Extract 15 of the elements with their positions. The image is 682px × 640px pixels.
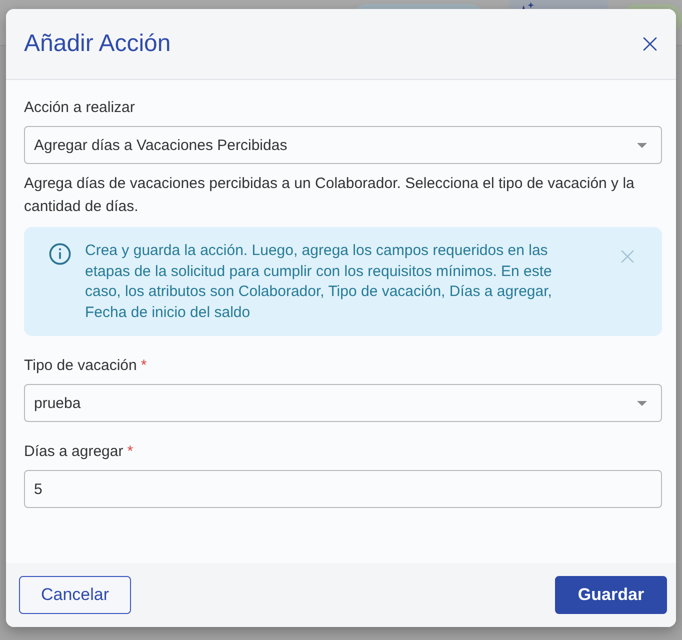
caret-icon xyxy=(637,142,647,148)
select-field[interactable]: Agregar días a Vacaciones Percibidas xyxy=(24,126,662,164)
field-label: Tipo de vacación * xyxy=(24,356,148,376)
input-field[interactable]: 5 xyxy=(24,470,662,508)
alert-text: Crea y guarda la acción. Luego, agrega los campos requeridos en las etapas de la solicitud para cumplir con los requisitos mínimos. En este caso, los atributos son Colaborador, Tipo de vacación, Días a agregar, Fecha de inicio del saldo xyxy=(85,241,553,322)
close-icon[interactable] xyxy=(643,37,657,51)
field-label: Acción a realizar xyxy=(24,98,136,118)
cancel-button[interactable]: Cancelar xyxy=(19,576,131,614)
info-icon xyxy=(49,243,71,265)
field-label: Días a agregar * xyxy=(24,442,134,462)
caret-icon xyxy=(637,400,647,406)
description-text: Agrega días de vacaciones percibidas a un Colaborador. Selecciona el tipo de vacación y la cantidad de días. xyxy=(24,174,636,217)
select-field[interactable]: prueba xyxy=(24,384,662,422)
dialog-title: Añadir Acción xyxy=(24,30,171,58)
save-button[interactable]: Guardar xyxy=(555,576,667,614)
